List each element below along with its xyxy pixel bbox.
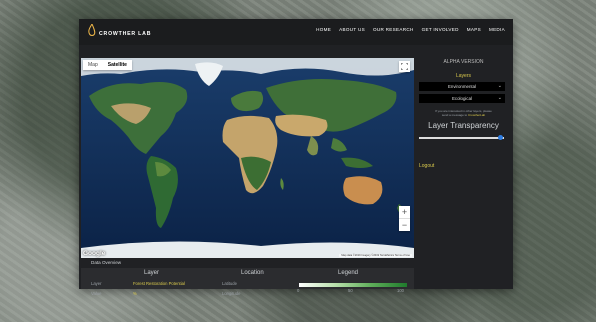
map-attribution[interactable]: Map data ©2019 Imagery ©2019 TerraMetric… xyxy=(339,254,412,257)
world-map[interactable]: Map Satellite + − Google Map data ©2019 … xyxy=(81,58,414,258)
data-overview-panel: Layer Location Legend Layer Forest Resto… xyxy=(81,268,414,296)
nav-about-us[interactable]: ABOUT US xyxy=(339,27,365,32)
transparency-slider-track[interactable] xyxy=(419,137,504,139)
data-overview-title: Data Overview xyxy=(91,260,122,265)
legend-tick-mid: 50 xyxy=(348,288,353,293)
legend-tick-max: 100 xyxy=(397,288,404,293)
brand-name: CROWTHER LAB xyxy=(99,31,152,37)
flame-icon xyxy=(88,24,96,36)
ecological-select-value: Ecological xyxy=(451,96,472,101)
legend-gradient-bar xyxy=(299,283,407,287)
nav-get-involved[interactable]: GET INVOLVED xyxy=(422,27,459,32)
sidebar: ALPHA VERSION Layers Environmental ⌄ Eco… xyxy=(416,51,511,287)
layers-label: Layers xyxy=(455,73,471,79)
layer-label: Layer xyxy=(91,281,102,286)
layer-transparency-label: Layer Transparency xyxy=(428,121,499,130)
logout-link[interactable]: Logout xyxy=(419,163,434,169)
chevron-down-icon: ⌄ xyxy=(497,95,502,101)
crowtherlab-link[interactable]: CrowtherLab xyxy=(468,113,485,117)
google-logo[interactable]: Google xyxy=(83,250,105,257)
nav-home[interactable]: HOME xyxy=(316,27,331,32)
ecological-layer-select[interactable]: Ecological ⌄ xyxy=(419,94,505,103)
map-type-map-button[interactable]: Map xyxy=(83,60,103,70)
nav-our-research[interactable]: OUR RESEARCH xyxy=(373,27,414,32)
fullscreen-icon xyxy=(401,63,408,70)
legend-heading: Legend xyxy=(338,270,359,276)
header-bar: CROWTHER LAB HOME ABOUT US OUR RESEARCH … xyxy=(79,19,513,45)
crowther-lab-logo[interactable]: CROWTHER LAB xyxy=(88,24,151,38)
map-type-satellite-button[interactable]: Satellite xyxy=(103,60,132,70)
zoom-control: + − xyxy=(399,206,410,231)
zoom-out-button[interactable]: − xyxy=(399,219,410,231)
legend-tick-min: 0 xyxy=(297,288,300,293)
environmental-layer-select[interactable]: Environmental ⌄ xyxy=(419,82,505,91)
fullscreen-button[interactable] xyxy=(399,61,410,72)
nav-maps[interactable]: MAPS xyxy=(467,27,481,32)
location-heading: Location xyxy=(241,270,264,276)
latitude-label: Latitude xyxy=(222,281,237,286)
environmental-select-value: Environmental xyxy=(447,84,477,89)
zoom-in-button[interactable]: + xyxy=(399,206,410,218)
layers-request-note: If you are interested in other layers, p… xyxy=(416,109,511,117)
layer-heading: Layer xyxy=(144,270,160,276)
transparency-slider-handle[interactable] xyxy=(498,135,503,140)
map-type-toggle: Map Satellite xyxy=(83,60,132,70)
alpha-version-label: ALPHA VERSION xyxy=(443,59,484,65)
nav-media[interactable]: MEDIA xyxy=(489,27,505,32)
layer-value: Forest Restoration Potential xyxy=(133,281,185,286)
value-label: Value xyxy=(91,291,102,296)
satellite-map-imagery xyxy=(81,58,414,258)
note-line-2: send a message to xyxy=(441,113,468,117)
longitude-label: Longitude xyxy=(222,291,241,296)
main-nav: HOME ABOUT US OUR RESEARCH GET INVOLVED … xyxy=(316,27,505,32)
chevron-down-icon: ⌄ xyxy=(497,83,502,89)
value-value: % xyxy=(133,291,137,296)
app-window: CROWTHER LAB HOME ABOUT US OUR RESEARCH … xyxy=(79,19,513,296)
